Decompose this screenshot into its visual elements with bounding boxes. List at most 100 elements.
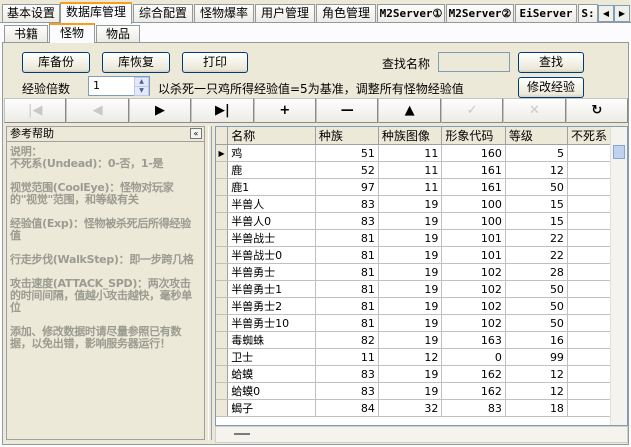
table-cell[interactable]: 161 xyxy=(441,161,506,179)
table-row[interactable]: 蛤蟆 83 19 162 12 xyxy=(216,365,627,383)
table-cell[interactable]: 83 xyxy=(315,195,379,213)
table-cell[interactable]: 蝎子 xyxy=(227,399,316,417)
table-cell[interactable]: 32 xyxy=(378,399,443,417)
table-cell[interactable]: 50 xyxy=(505,280,568,298)
edit-record-icon[interactable]: ▲ xyxy=(378,98,441,123)
column-header[interactable]: 形象代码 xyxy=(441,127,506,145)
row-indicator[interactable] xyxy=(216,229,229,247)
table-cell[interactable]: 11 xyxy=(315,348,379,366)
table-cell[interactable]: 半兽人 xyxy=(227,195,316,213)
insert-record-icon[interactable]: + xyxy=(253,98,317,123)
table-cell[interactable]: 半兽人0 xyxy=(227,212,316,230)
table-cell[interactable]: 12 xyxy=(505,382,568,400)
delete-record-icon[interactable]: — xyxy=(316,98,379,123)
row-indicator[interactable]: ▶ xyxy=(216,144,229,162)
monster-grid[interactable]: 名称 种族 种族图像 形象代码 等级 不死系 ▶ 鸡 51 11 160 5 鹿 52 11 16… xyxy=(215,126,628,426)
next-record-icon[interactable]: ▶ xyxy=(128,98,192,123)
table-cell[interactable]: 83 xyxy=(315,365,379,383)
table-cell[interactable]: 22 xyxy=(505,229,568,247)
vertical-scroll-thumb[interactable] xyxy=(613,145,625,159)
table-row[interactable]: 半兽人 83 19 100 15 xyxy=(216,195,627,213)
table-cell[interactable]: 51 xyxy=(315,144,379,162)
table-cell[interactable]: 81 xyxy=(315,229,379,247)
table-cell[interactable]: 81 xyxy=(315,314,379,332)
tab-m2server-2[interactable]: M2Server② xyxy=(446,4,514,23)
table-cell[interactable]: 蛤蟆 xyxy=(227,365,316,383)
last-record-icon[interactable]: ▶| xyxy=(191,98,254,123)
row-indicator[interactable] xyxy=(216,178,229,196)
row-indicator[interactable] xyxy=(216,297,229,315)
print-button[interactable]: 打印 xyxy=(182,52,248,73)
spin-down-icon[interactable]: ▼ xyxy=(134,86,149,96)
table-row[interactable]: 卫士 11 12 0 99 xyxy=(216,348,627,366)
refresh-icon[interactable]: ↻ xyxy=(565,98,629,123)
search-name-input[interactable] xyxy=(438,52,510,72)
tab-eiserver[interactable]: EiServer xyxy=(515,4,577,23)
table-cell[interactable]: 19 xyxy=(378,246,443,264)
table-cell[interactable]: 50 xyxy=(505,314,568,332)
table-row[interactable]: ▶ 鸡 51 11 160 5 xyxy=(216,144,627,162)
table-cell[interactable]: 102 xyxy=(441,263,506,281)
post-record-icon[interactable]: ✓ xyxy=(440,98,504,123)
row-indicator[interactable] xyxy=(216,195,229,213)
horizontal-scroll-thumb[interactable] xyxy=(234,433,250,435)
table-cell[interactable]: 81 xyxy=(315,246,379,264)
column-header[interactable]: 种族图像 xyxy=(378,127,443,145)
table-cell[interactable]: 101 xyxy=(441,229,506,247)
row-indicator[interactable] xyxy=(216,382,229,400)
restore-button[interactable]: 库恢复 xyxy=(102,52,170,73)
table-cell[interactable]: 19 xyxy=(378,195,443,213)
table-cell[interactable]: 102 xyxy=(441,280,506,298)
row-indicator[interactable] xyxy=(216,263,229,281)
table-cell[interactable]: 12 xyxy=(505,161,568,179)
tab-m2server-1[interactable]: M2Server① xyxy=(377,4,445,23)
row-indicator[interactable] xyxy=(216,348,229,366)
panel-splitter[interactable] xyxy=(208,126,212,440)
table-cell[interactable]: 83 xyxy=(441,399,506,417)
table-row[interactable]: 半兽勇士1 81 19 102 50 xyxy=(216,280,627,298)
tab-general-config[interactable]: 综合配置 xyxy=(133,4,193,23)
first-record-icon[interactable]: |◀ xyxy=(4,98,67,123)
table-row[interactable]: 半兽勇士2 81 19 102 50 xyxy=(216,297,627,315)
tab-database-management[interactable]: 数据库管理 xyxy=(60,2,132,24)
table-row[interactable]: 蛤蟆0 83 19 162 12 xyxy=(216,382,627,400)
table-cell[interactable]: 半兽勇士1 xyxy=(227,280,316,298)
tab-s-truncated[interactable]: S: xyxy=(578,4,598,23)
tab-role-management[interactable]: 角色管理 xyxy=(316,4,376,23)
table-cell[interactable]: 50 xyxy=(505,178,568,196)
table-cell[interactable]: 81 xyxy=(315,280,379,298)
row-indicator[interactable] xyxy=(216,331,229,349)
table-row[interactable]: 半兽战士0 81 19 101 22 xyxy=(216,246,627,264)
modify-exp-button[interactable]: 修改经验 xyxy=(518,77,584,98)
table-cell[interactable]: 162 xyxy=(441,382,506,400)
row-indicator[interactable] xyxy=(216,161,229,179)
column-header[interactable]: 种族 xyxy=(315,127,379,145)
table-cell[interactable]: 19 xyxy=(378,280,443,298)
tab-scroll-left-icon[interactable]: ◀ xyxy=(598,5,614,22)
row-indicator[interactable] xyxy=(216,399,229,417)
row-indicator[interactable] xyxy=(216,212,229,230)
table-cell[interactable]: 15 xyxy=(505,212,568,230)
table-cell[interactable]: 100 xyxy=(441,195,506,213)
table-row[interactable]: 蝎子 84 32 83 18 xyxy=(216,399,627,417)
table-cell[interactable]: 半兽战士 xyxy=(227,229,316,247)
row-indicator[interactable] xyxy=(216,314,229,332)
search-button[interactable]: 查找 xyxy=(518,52,584,73)
table-cell[interactable]: 12 xyxy=(505,365,568,383)
table-cell[interactable]: 15 xyxy=(505,195,568,213)
table-cell[interactable]: 102 xyxy=(441,297,506,315)
row-indicator[interactable] xyxy=(216,246,229,264)
table-cell[interactable]: 162 xyxy=(441,365,506,383)
table-cell[interactable]: 19 xyxy=(378,263,443,281)
table-cell[interactable]: 半兽勇士2 xyxy=(227,297,316,315)
table-cell[interactable]: 11 xyxy=(378,144,443,162)
table-cell[interactable]: 82 xyxy=(315,331,379,349)
table-row[interactable]: 半兽战士 81 19 101 22 xyxy=(216,229,627,247)
subtab-monsters[interactable]: 怪物 xyxy=(49,23,95,43)
table-cell[interactable]: 16 xyxy=(505,331,568,349)
table-cell[interactable]: 鹿 xyxy=(227,161,316,179)
table-cell[interactable]: 83 xyxy=(315,382,379,400)
grid-vertical-scrollbar[interactable] xyxy=(610,127,627,425)
column-header[interactable]: 等级 xyxy=(505,127,568,145)
table-cell[interactable]: 99 xyxy=(505,348,568,366)
